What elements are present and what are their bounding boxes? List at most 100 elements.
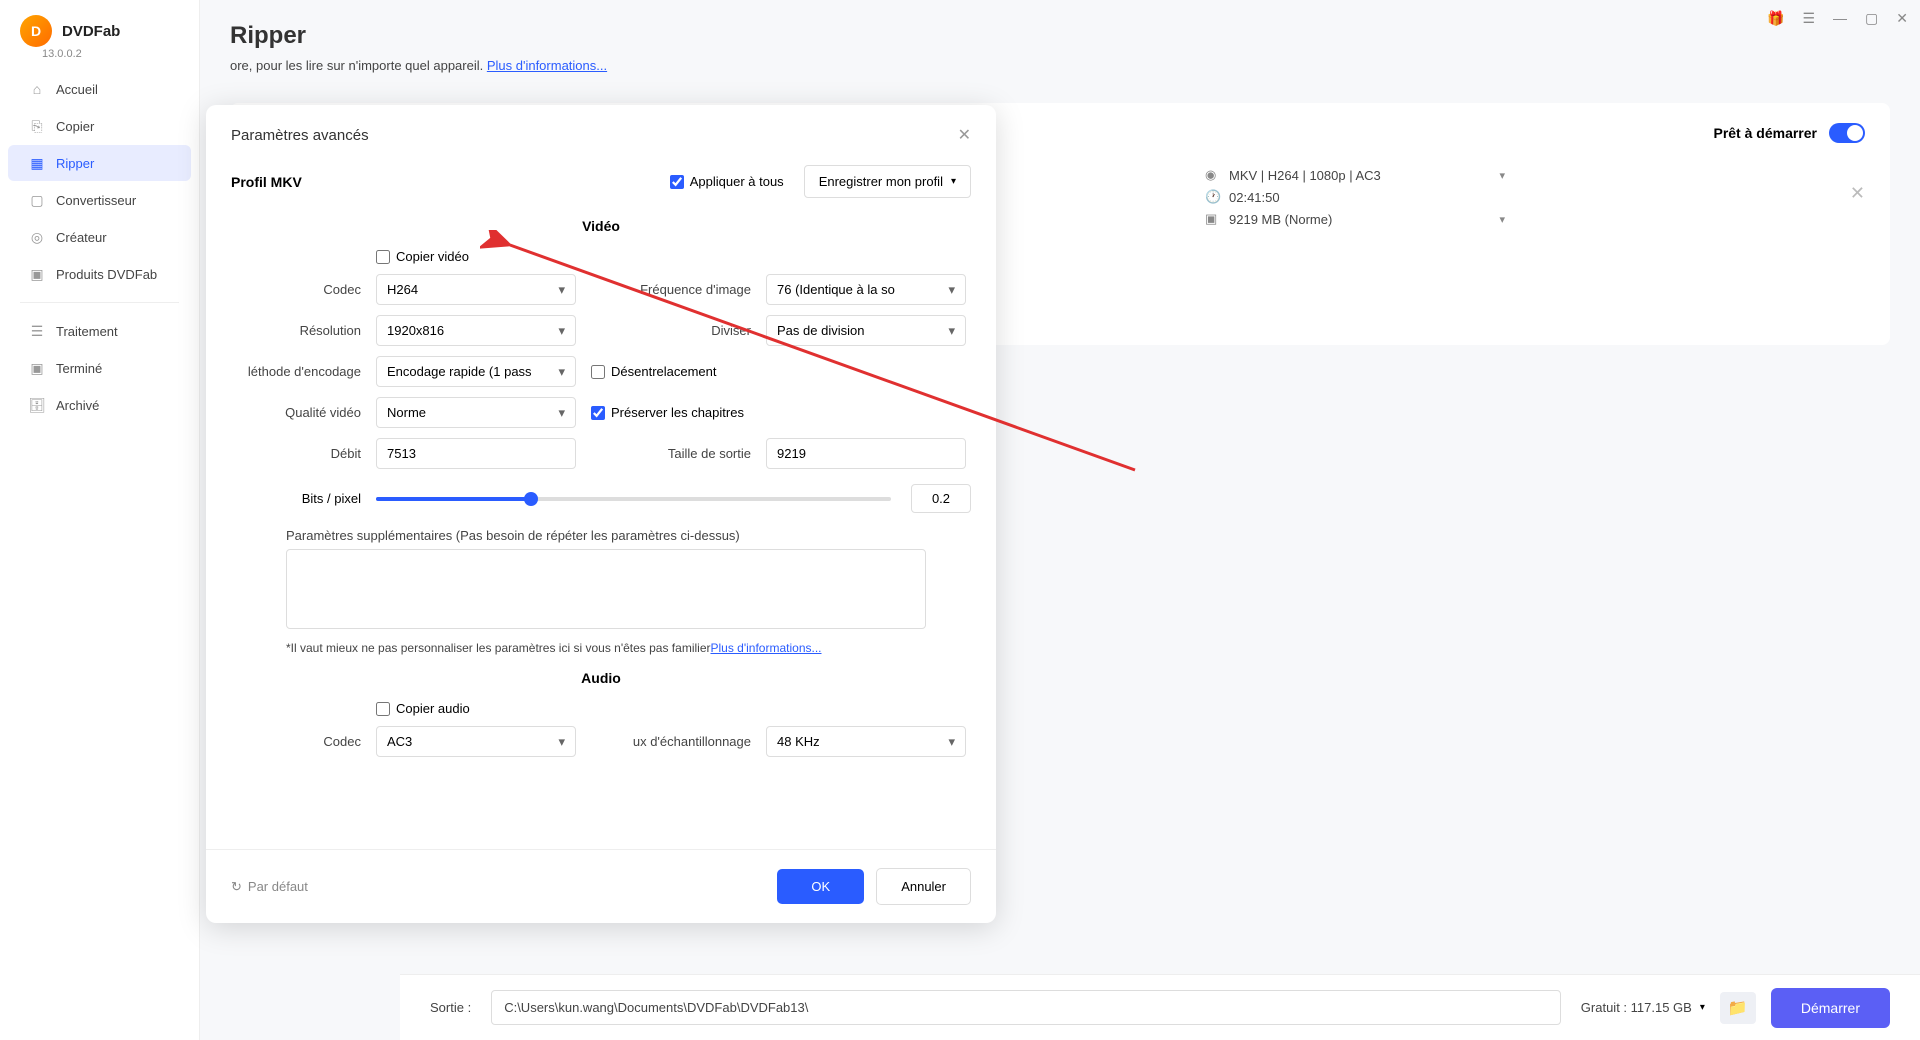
modal-title: Paramètres avancés bbox=[231, 127, 369, 144]
gift-icon[interactable]: 🎁 bbox=[1767, 10, 1784, 27]
sidebar-item-label: Convertisseur bbox=[56, 193, 136, 208]
output-label: Sortie : bbox=[430, 1000, 471, 1015]
sidebar-item-ripper[interactable]: ▦ Ripper bbox=[8, 145, 191, 181]
sidebar-item-label: Accueil bbox=[56, 82, 98, 97]
framerate-select[interactable]: 76 (Identique à la so bbox=[766, 274, 966, 305]
ok-button[interactable]: OK bbox=[777, 869, 864, 904]
warn-text: *Il vaut mieux ne pas personnaliser les … bbox=[286, 641, 971, 655]
modal-close-icon[interactable]: ✕ bbox=[958, 125, 971, 145]
encoding-select[interactable]: Encodage rapide (1 pass bbox=[376, 356, 576, 387]
audio-codec-select[interactable]: AC3 bbox=[376, 726, 576, 757]
desc-text: ore, pour les lire sur n'importe quel ap… bbox=[230, 58, 487, 73]
browse-folder-button[interactable]: 📁 bbox=[1720, 992, 1756, 1024]
size-value: 9219 MB (Norme) bbox=[1229, 212, 1332, 227]
minimize-icon[interactable]: — bbox=[1833, 10, 1847, 27]
more-info-link[interactable]: Plus d'informations... bbox=[487, 58, 607, 73]
save-profile-label: Enregistrer mon profil bbox=[819, 174, 943, 189]
ripper-icon: ▦ bbox=[28, 154, 46, 172]
sidebar-item-produits[interactable]: ▣ Produits DVDFab bbox=[8, 256, 191, 292]
codec-label: Codec bbox=[231, 282, 361, 297]
close-icon[interactable]: ✕ bbox=[1896, 10, 1908, 27]
sidebar-item-accueil[interactable]: ⌂Accueil bbox=[8, 71, 191, 107]
sidebar-item-label: Produits DVDFab bbox=[56, 267, 157, 282]
apply-all-input[interactable] bbox=[670, 175, 684, 189]
audio-section-title: Audio bbox=[231, 670, 971, 686]
sidebar-item-copier[interactable]: ⎘Copier bbox=[8, 108, 191, 144]
chevron-down-icon: ▾ bbox=[1499, 213, 1505, 226]
deinterlace-input[interactable] bbox=[591, 365, 605, 379]
samplerate-select[interactable]: 48 KHz bbox=[766, 726, 966, 757]
format-value: MKV | H264 | 1080p | AC3 bbox=[1229, 168, 1381, 183]
resolution-select[interactable]: 1920x816 bbox=[376, 315, 576, 346]
apply-all-checkbox[interactable]: Appliquer à tous bbox=[670, 174, 784, 189]
copy-video-label: Copier vidéo bbox=[396, 249, 469, 264]
copy-audio-checkbox[interactable]: Copier audio bbox=[376, 701, 966, 716]
free-space-chevron-icon[interactable]: ▾ bbox=[1700, 1002, 1705, 1013]
codec-select[interactable]: H264 bbox=[376, 274, 576, 305]
split-select[interactable]: Pas de division bbox=[766, 315, 966, 346]
copy-video-checkbox[interactable]: Copier vidéo bbox=[376, 249, 966, 264]
format-icon: ◉ bbox=[1205, 167, 1221, 183]
outsize-input[interactable]: 9219 bbox=[766, 438, 966, 469]
extra-params-input[interactable] bbox=[286, 549, 926, 629]
quality-select[interactable]: Norme bbox=[376, 397, 576, 428]
copy-video-input[interactable] bbox=[376, 250, 390, 264]
samplerate-label: ux d'échantillonnage bbox=[591, 734, 751, 749]
sidebar: D DVDFab 13.0.0.2 ⌂Accueil ⎘Copier ▦Ripp… bbox=[0, 0, 200, 1040]
profile-label: Profil MKV bbox=[231, 174, 302, 190]
sidebar-item-termine[interactable]: ▣Terminé bbox=[8, 350, 191, 386]
copy-audio-input[interactable] bbox=[376, 702, 390, 716]
chapters-label: Préserver les chapitres bbox=[611, 405, 744, 420]
deinterlace-label: Désentrelacement bbox=[611, 364, 717, 379]
default-label: Par défaut bbox=[248, 879, 308, 894]
chapters-input[interactable] bbox=[591, 406, 605, 420]
slider-fill bbox=[376, 497, 531, 501]
sidebar-item-archive[interactable]: 🗄Archivé bbox=[8, 387, 191, 423]
advanced-settings-modal: Paramètres avancés ✕ Profil MKV Applique… bbox=[206, 105, 996, 923]
bottom-bar: Sortie : C:\Users\kun.wang\Documents\DVD… bbox=[400, 974, 1920, 1040]
sidebar-item-convertisseur[interactable]: ▢Convertisseur bbox=[8, 182, 191, 218]
products-icon: ▣ bbox=[28, 265, 46, 283]
duration-row: 🕐 02:41:50 bbox=[1205, 189, 1505, 205]
copy-audio-label: Copier audio bbox=[396, 701, 470, 716]
archive-icon: 🗄 bbox=[28, 396, 46, 414]
warn-link[interactable]: Plus d'informations... bbox=[710, 641, 821, 655]
chapters-checkbox[interactable]: Préserver les chapitres bbox=[591, 405, 966, 420]
start-button[interactable]: Démarrer bbox=[1771, 988, 1890, 1028]
bpp-label: Bits / pixel bbox=[231, 491, 361, 506]
size-row[interactable]: ▣ 9219 MB (Norme) ▾ bbox=[1205, 211, 1505, 227]
deinterlace-checkbox[interactable]: Désentrelacement bbox=[591, 364, 966, 379]
remove-task-icon[interactable]: ✕ bbox=[1850, 183, 1865, 204]
creator-icon: ◎ bbox=[28, 228, 46, 246]
save-profile-button[interactable]: Enregistrer mon profil ▾ bbox=[804, 165, 971, 198]
chevron-down-icon: ▾ bbox=[1499, 169, 1505, 182]
ready-toggle[interactable] bbox=[1829, 123, 1865, 143]
audio-codec-label: Codec bbox=[231, 734, 361, 749]
sidebar-item-traitement[interactable]: ☰Traitement bbox=[8, 313, 191, 349]
split-label: Diviser bbox=[591, 323, 751, 338]
sidebar-item-label: Ripper bbox=[56, 156, 94, 171]
bitrate-input[interactable]: 7513 bbox=[376, 438, 576, 469]
bpp-slider[interactable] bbox=[376, 497, 891, 501]
resolution-label: Résolution bbox=[231, 323, 361, 338]
maximize-icon[interactable]: ▢ bbox=[1865, 10, 1878, 27]
reset-icon: ↻ bbox=[231, 879, 242, 895]
sidebar-item-createur[interactable]: ◎Créateur bbox=[8, 219, 191, 255]
warn-message: *Il vaut mieux ne pas personnaliser les … bbox=[286, 641, 710, 655]
size-icon: ▣ bbox=[1205, 211, 1221, 227]
menu-icon[interactable]: ☰ bbox=[1802, 10, 1815, 27]
app-version: 13.0.0.2 bbox=[42, 48, 199, 70]
page-description: ore, pour les lire sur n'importe quel ap… bbox=[200, 58, 1920, 83]
output-path-input[interactable]: C:\Users\kun.wang\Documents\DVDFab\DVDFa… bbox=[491, 990, 1561, 1025]
apply-all-label: Appliquer à tous bbox=[690, 174, 784, 189]
sidebar-item-label: Copier bbox=[56, 119, 94, 134]
cancel-button[interactable]: Annuler bbox=[876, 868, 971, 905]
outsize-label: Taille de sortie bbox=[591, 446, 751, 461]
slider-thumb[interactable] bbox=[524, 492, 538, 506]
bpp-value[interactable]: 0.2 bbox=[911, 484, 971, 513]
free-space-label: Gratuit : 117.15 GB bbox=[1581, 1000, 1692, 1015]
format-row[interactable]: ◉ MKV | H264 | 1080p | AC3 ▾ bbox=[1205, 167, 1505, 183]
sidebar-item-label: Terminé bbox=[56, 361, 102, 376]
quality-label: Qualité vidéo bbox=[231, 405, 361, 420]
default-button[interactable]: ↻ Par défaut bbox=[231, 879, 308, 895]
